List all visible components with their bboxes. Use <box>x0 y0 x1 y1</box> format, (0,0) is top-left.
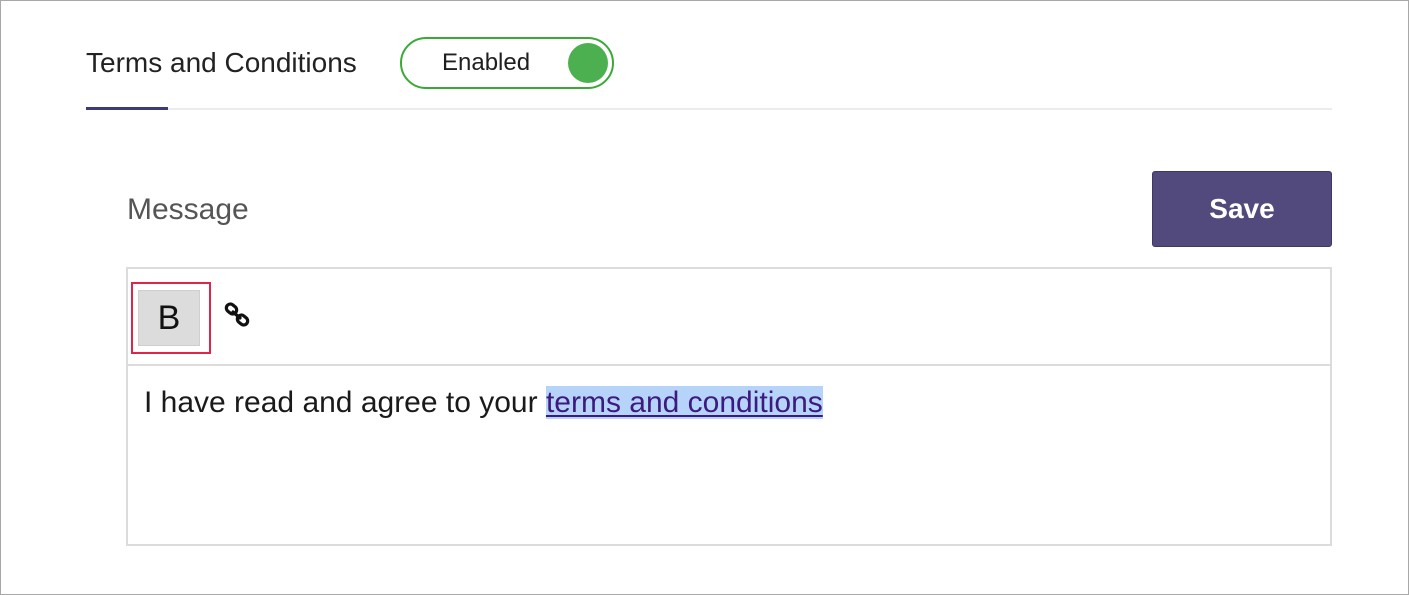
message-title: Message <box>127 193 249 226</box>
link-icon-glyph <box>224 302 250 327</box>
settings-panel: Terms and Conditions Enabled Message Sav… <box>0 0 1409 595</box>
link-icon[interactable] <box>224 300 254 330</box>
active-tab-indicator <box>86 107 168 110</box>
save-button[interactable]: Save <box>1152 171 1332 247</box>
editor-content[interactable]: I have read and agree to your terms and … <box>144 383 823 423</box>
enabled-toggle[interactable]: Enabled <box>400 37 614 89</box>
message-editor: B I have read and agree to your terms an… <box>126 267 1332 546</box>
tab-divider <box>86 108 1332 110</box>
toggle-knob <box>568 43 608 83</box>
bold-button[interactable]: B <box>138 290 200 346</box>
message-text: I have read and agree to your <box>144 386 546 419</box>
editor-toolbar: B <box>128 269 1330 366</box>
tab-terms-and-conditions[interactable]: Terms and Conditions <box>86 45 357 81</box>
terms-link[interactable]: terms and conditions <box>545 386 823 419</box>
toggle-label: Enabled <box>442 49 531 76</box>
